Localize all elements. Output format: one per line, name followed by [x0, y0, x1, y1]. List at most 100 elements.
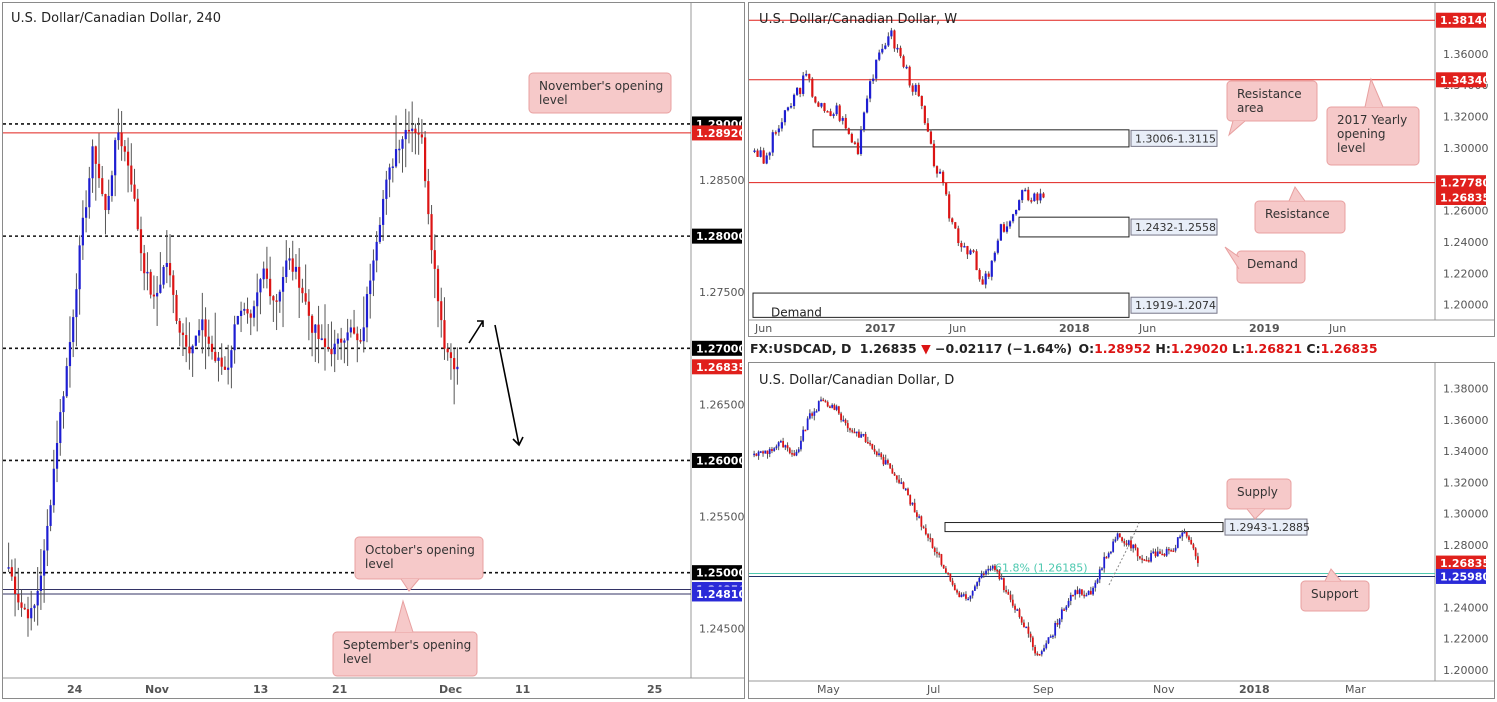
weekly-candle [1005, 226, 1009, 232]
daily-candle [846, 423, 849, 429]
daily-candle [866, 441, 869, 444]
weekly-candle [948, 194, 951, 219]
h4-candle [198, 330, 201, 336]
h4-note-october-text: level [365, 557, 394, 571]
weekly-level-tag-text: 1.38140 [1440, 14, 1490, 27]
h4-candle [249, 313, 252, 318]
daily-candle [1127, 540, 1130, 545]
daily-time-tick: May [817, 683, 840, 696]
weekly-note-resistance-pointer [1288, 185, 1306, 202]
daily-candle [920, 516, 923, 527]
h4-candle [333, 343, 336, 355]
price-change: −0.02117 (−1.64%) [935, 341, 1073, 356]
weekly-price-tick: 1.20000 [1443, 299, 1489, 312]
h4-candle [33, 605, 36, 609]
weekly-candle [856, 142, 860, 154]
weekly-candle [932, 143, 936, 167]
h4-candle [246, 308, 249, 314]
h4-candle [104, 194, 107, 211]
h4-candle [382, 198, 385, 225]
daily-candle [922, 526, 925, 529]
daily-candle [938, 553, 941, 555]
h4-candle [269, 278, 272, 297]
h4-candle [97, 163, 101, 179]
weekly-chart-svg[interactable]: 1.360001.340001.320001.300001.260001.240… [749, 3, 1494, 336]
h4-candle [101, 178, 104, 195]
h4-candle [62, 396, 65, 413]
h4-candle [207, 336, 210, 344]
weekly-candle [865, 98, 869, 113]
daily-pattern-dotted [1108, 522, 1140, 586]
h4-chart-svg[interactable]: 1.28500 1.27500 1.26500 1.25500 1.24500 24 Nov… [3, 3, 744, 698]
h4-candle [304, 293, 307, 302]
daily-candle [953, 584, 956, 591]
daily-chart-svg[interactable]: 1.38000 1.36000 1.34000 1.32000 1.30000 1.280… [749, 363, 1494, 698]
weekly-candle [1030, 200, 1033, 202]
daily-candle [996, 569, 999, 572]
daily-candle [994, 565, 996, 570]
h4-down-arrow [494, 324, 524, 447]
h4-candle [281, 277, 285, 292]
h4-candle [272, 296, 275, 301]
h4-candle [453, 358, 456, 370]
h4-candle [162, 266, 165, 285]
daily-candle [786, 445, 789, 449]
weekly-candle [896, 47, 899, 50]
daily-candle [1143, 559, 1146, 561]
weekly-level-tag-text: 1.34340 [1440, 74, 1490, 87]
daily-price-tick: 1.24000 [1443, 601, 1489, 614]
h4-candle [369, 280, 372, 295]
h4-time-tick: 24 [67, 683, 83, 696]
h4-note-october: October's openinglevel [354, 536, 484, 592]
daily-candle [951, 580, 954, 585]
weekly-candle [996, 240, 999, 253]
weekly-candle [945, 182, 948, 195]
daily-candle [949, 573, 952, 581]
h4-candle [139, 229, 143, 254]
daily-price-tick: 1.36000 [1443, 414, 1489, 427]
daily-candle [826, 402, 829, 407]
daily-candle [1181, 532, 1184, 537]
daily-candle [1121, 537, 1123, 542]
daily-candle [982, 573, 985, 576]
close-value: 1.26835 [1320, 341, 1378, 356]
h4-candle [133, 184, 136, 199]
weekly-candle [942, 171, 945, 183]
daily-candle [869, 442, 871, 445]
h4-candle [181, 332, 185, 336]
weekly-note-resistance-area-text: Resistance [1237, 87, 1302, 101]
h4-candle [394, 149, 398, 167]
h4-candle [130, 165, 133, 185]
h4-chart-panel[interactable]: 1.28500 1.27500 1.26500 1.25500 1.24500 24 Nov… [2, 2, 745, 699]
daily-candle [884, 460, 887, 465]
daily-candle [1098, 569, 1101, 580]
weekly-candle [951, 218, 954, 223]
h4-candle [391, 166, 394, 168]
daily-candle [813, 411, 816, 416]
weekly-level-tag-text: 1.27780 [1440, 177, 1490, 190]
h4-candle [433, 250, 436, 269]
daily-note-supply-text: Supply [1237, 485, 1278, 499]
daily-candle [931, 538, 934, 548]
weekly-candle [802, 75, 805, 94]
weekly-chart-panel[interactable]: 1.360001.340001.320001.300001.260001.240… [748, 2, 1495, 337]
daily-price-tick: 1.38000 [1443, 383, 1489, 396]
weekly-candle [753, 150, 756, 153]
weekly-candle [1008, 221, 1012, 227]
symbol-name[interactable]: FX:USDCAD, D [750, 341, 851, 356]
daily-candle [924, 528, 927, 535]
daily-candle [811, 413, 813, 416]
symbol-info-bar: FX:USDCAD, D 1.26835 ▼ −0.02117 (−1.64%)… [750, 341, 1378, 359]
weekly-note-resistance: Resistance [1254, 185, 1346, 234]
h4-candle [239, 310, 243, 316]
daily-candle [900, 482, 903, 484]
h4-candle [314, 324, 317, 333]
h4-candle [114, 140, 117, 176]
daily-chart-panel[interactable]: 1.38000 1.36000 1.34000 1.32000 1.30000 1.280… [748, 362, 1495, 699]
h4-candle [136, 198, 139, 230]
h4-candle [30, 608, 33, 619]
weekly-candle [981, 279, 984, 285]
h4-candle [46, 525, 49, 551]
h4-candle [223, 366, 227, 370]
h4-time-tick: 21 [332, 683, 347, 696]
